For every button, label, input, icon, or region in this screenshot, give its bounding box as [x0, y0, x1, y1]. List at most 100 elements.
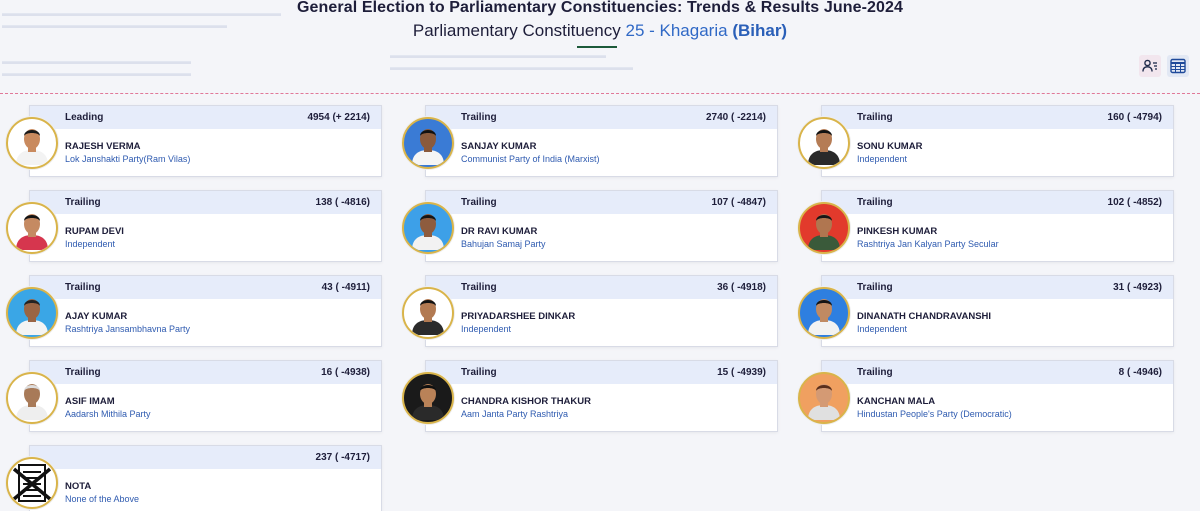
candidate-card[interactable]: Trailing 102 ( -4852) PINKESH KUMAR Rashtri…: [821, 190, 1174, 262]
portrait-icon: [10, 291, 54, 335]
vote-count: 8 ( -4946): [1118, 367, 1162, 378]
candidate-name: KANCHAN MALA: [857, 396, 936, 407]
candidate-card[interactable]: Trailing 2740 ( -2214) SANJAY KUMAR Communi…: [425, 105, 778, 177]
vote-count: 36 ( -4918): [717, 282, 766, 293]
candidate-card[interactable]: Trailing 43 ( -4911) AJAY KUMAR Rashtriya J…: [29, 275, 382, 347]
candidate-view-button[interactable]: [1139, 55, 1161, 77]
portrait-icon: [406, 206, 450, 250]
candidate-name: NOTA: [65, 481, 92, 492]
nota-ballot-icon: [12, 464, 52, 502]
portrait-icon: [802, 291, 846, 335]
candidate-photo: [798, 372, 850, 424]
party-name: Independent: [857, 324, 908, 334]
result-status: Trailing: [857, 197, 893, 208]
candidate-card[interactable]: Trailing 16 ( -4938) ASIF IMAM Aadarsh Mith…: [29, 360, 382, 432]
portrait-icon: [406, 121, 450, 165]
result-status: Leading: [65, 112, 104, 123]
candidate-name: ASIF IMAM: [65, 396, 115, 407]
party-name: Rashtriya Jan Kalyan Party Secular: [857, 239, 999, 249]
card-header: Trailing 138 ( -4816): [30, 191, 381, 214]
candidate-photo: [402, 117, 454, 169]
card-header: Trailing 36 ( -4918): [426, 276, 777, 299]
vote-count: 102 ( -4852): [1107, 197, 1162, 208]
candidate-photo: [402, 287, 454, 339]
candidate-photo: [798, 202, 850, 254]
result-status: Trailing: [65, 197, 101, 208]
candidate-card[interactable]: Trailing 31 ( -4923) DINANATH CHANDRAVANSH…: [821, 275, 1174, 347]
candidate-name: RAJESH VERMA: [65, 141, 141, 152]
subtitle-prefix: Parliamentary Constituency: [412, 21, 621, 40]
candidate-photo: [6, 202, 58, 254]
candidate-photo: [6, 372, 58, 424]
title-underline: [577, 46, 617, 48]
background-watermark-text: ▬▬▬▬▬▬▬▬▬▬▬▬▬▬▬▬▬▬▬▬▬▬▬▬: [390, 50, 606, 60]
result-status: Trailing: [461, 112, 497, 123]
candidate-card[interactable]: 237 ( -4717) NOTA None of the Above: [29, 445, 382, 511]
state-name: (Bihar): [732, 21, 788, 40]
card-header: Trailing 8 ( -4946): [822, 361, 1173, 384]
vote-count: 138 ( -4816): [315, 197, 370, 208]
background-watermark-text: ▬▬▬▬▬▬▬▬▬▬▬▬▬▬▬▬▬▬▬▬▬: [2, 56, 191, 66]
result-status: Trailing: [65, 282, 101, 293]
candidate-card[interactable]: Trailing 8 ( -4946) KANCHAN MALA Hindustan …: [821, 360, 1174, 432]
vote-count: 160 ( -4794): [1107, 112, 1162, 123]
card-header: Trailing 2740 ( -2214): [426, 106, 777, 129]
result-status: Trailing: [461, 197, 497, 208]
candidate-card[interactable]: Trailing 15 ( -4939) CHANDRA KISHOR THAKUR…: [425, 360, 778, 432]
candidate-card[interactable]: Trailing 107 ( -4847) DR RAVI KUMAR Bahujan…: [425, 190, 778, 262]
candidate-photo: [6, 117, 58, 169]
candidate-name: PRIYADARSHEE DINKAR: [461, 311, 576, 322]
person-list-icon: [1142, 59, 1157, 72]
portrait-icon: [802, 376, 846, 420]
candidate-card[interactable]: Trailing 36 ( -4918) PRIYADARSHEE DINKAR In…: [425, 275, 778, 347]
party-name: Independent: [857, 154, 908, 164]
vote-count: 15 ( -4939): [717, 367, 766, 378]
party-name: Bahujan Samaj Party: [461, 239, 546, 249]
party-name: Aadarsh Mithila Party: [65, 409, 151, 419]
card-header: Leading 4954 (+ 2214): [30, 106, 381, 129]
page-title: General Election to Parliamentary Consti…: [296, 0, 903, 16]
card-header: Trailing 15 ( -4939): [426, 361, 777, 384]
section-divider: [0, 93, 1200, 94]
background-watermark-text: ▬▬▬▬▬▬▬▬▬▬▬▬▬▬▬▬▬▬▬▬▬▬▬▬▬▬▬: [390, 62, 633, 72]
candidate-photo: [402, 202, 454, 254]
result-status: Trailing: [857, 112, 893, 123]
candidate-name: DINANATH CHANDRAVANSHI: [857, 311, 992, 322]
card-header: Trailing 102 ( -4852): [822, 191, 1173, 214]
vote-count: 4954 (+ 2214): [307, 112, 370, 123]
portrait-icon: [10, 121, 54, 165]
page-header: ▬▬▬▬▬▬▬▬▬▬▬▬▬▬▬▬▬▬▬▬▬▬▬▬▬▬▬▬▬▬▬ ▬▬▬▬▬▬▬▬…: [0, 0, 1200, 92]
candidate-name: RUPAM DEVI: [65, 226, 124, 237]
result-status: Trailing: [857, 282, 893, 293]
card-header: 237 ( -4717): [30, 446, 381, 469]
candidate-name: SANJAY KUMAR: [461, 141, 537, 152]
result-status: Trailing: [461, 282, 497, 293]
party-name: Aam Janta Party Rashtriya: [461, 409, 569, 419]
candidate-name: CHANDRA KISHOR THAKUR: [461, 396, 592, 407]
candidate-card[interactable]: Trailing 138 ( -4816) RUPAM DEVI Independen…: [29, 190, 382, 262]
candidate-name: SONU KUMAR: [857, 141, 923, 152]
result-status: Trailing: [65, 367, 101, 378]
constituency-name: 25 - Khagaria: [625, 21, 728, 40]
portrait-icon: [10, 376, 54, 420]
card-header: Trailing 160 ( -4794): [822, 106, 1173, 129]
constituency-subtitle: Parliamentary Constituency 25 - Khagaria…: [0, 21, 1200, 41]
candidate-card[interactable]: Leading 4954 (+ 2214) RAJESH VERMA Lok Jans…: [29, 105, 382, 177]
portrait-icon: [10, 206, 54, 250]
candidate-name: DR RAVI KUMAR: [461, 226, 538, 237]
vote-count: 2740 ( -2214): [705, 112, 766, 123]
result-status: Trailing: [461, 367, 497, 378]
grid-view-icon: [1170, 58, 1186, 74]
candidate-photo: [6, 287, 58, 339]
card-header: Trailing 43 ( -4911): [30, 276, 381, 299]
card-header: Trailing 31 ( -4923): [822, 276, 1173, 299]
party-name: Independent: [461, 324, 512, 334]
vote-count: 107 ( -4847): [711, 197, 766, 208]
vote-count: 31 ( -4923): [1113, 282, 1162, 293]
vote-count: 43 ( -4911): [321, 282, 370, 293]
party-name: None of the Above: [65, 494, 140, 504]
vote-count: 237 ( -4717): [315, 452, 370, 463]
grid-view-button[interactable]: [1167, 55, 1189, 77]
candidate-card[interactable]: Trailing 160 ( -4794) SONU KUMAR Independen…: [821, 105, 1174, 177]
portrait-icon: [406, 376, 450, 420]
